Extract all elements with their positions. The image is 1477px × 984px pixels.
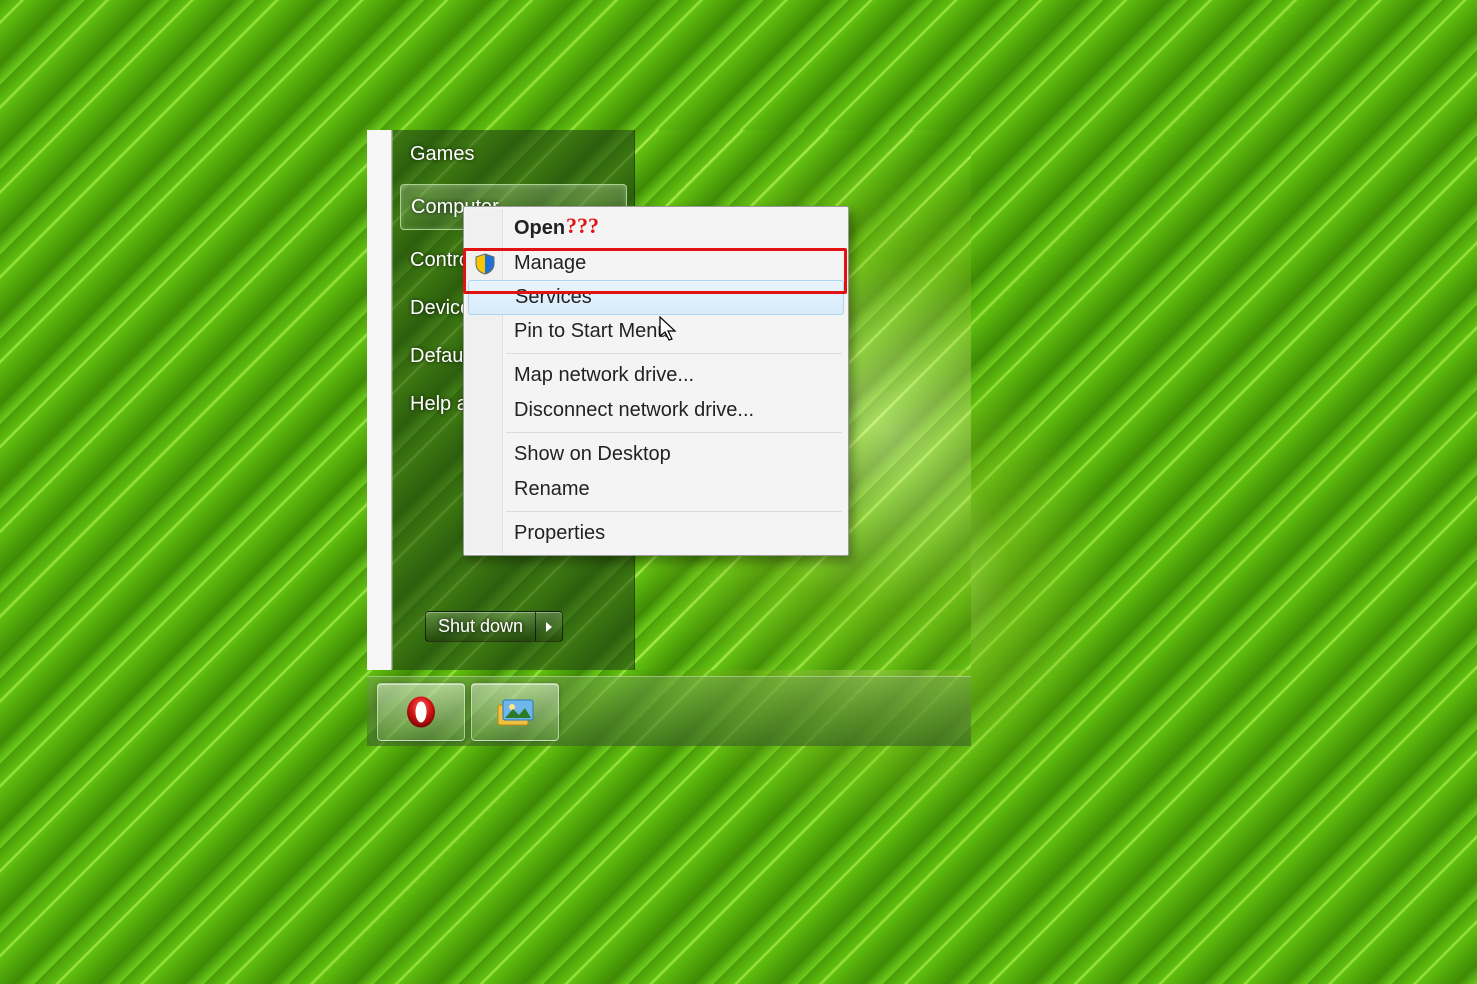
ctx-item-label: Properties xyxy=(514,522,605,544)
start-item-games[interactable]: Games xyxy=(392,130,635,178)
ctx-item-label: Manage xyxy=(514,252,586,274)
ctx-item-manage[interactable]: Manage xyxy=(466,246,846,281)
ctx-item-show-on-desktop[interactable]: Show on Desktop xyxy=(466,437,846,472)
annotation-question-marks: ??? xyxy=(566,213,599,239)
ctx-item-map-network-drive[interactable]: Map network drive... xyxy=(466,358,846,393)
ctx-item-disconnect-network-drive[interactable]: Disconnect network drive... xyxy=(466,393,846,428)
context-menu-separator xyxy=(506,353,842,354)
shutdown-button[interactable]: Shut down xyxy=(425,611,535,642)
shutdown-button-group: Shut down xyxy=(425,611,563,642)
ctx-item-label: Pin to Start Menu xyxy=(514,320,669,342)
uac-shield-icon xyxy=(474,253,496,275)
chevron-right-icon xyxy=(544,622,554,632)
context-menu-separator xyxy=(506,432,842,433)
computer-context-menu: Open ??? Manage Services Pin to Start Me… xyxy=(463,206,849,556)
taskbar-button-opera[interactable] xyxy=(377,683,465,741)
ctx-item-label: Show on Desktop xyxy=(514,443,671,465)
ctx-item-services[interactable]: Services xyxy=(468,280,844,315)
shutdown-label: Shut down xyxy=(438,616,523,636)
taskbar-button-photo-viewer[interactable] xyxy=(471,683,559,741)
screenshot-crop: Games Computer Control Panel Devices and… xyxy=(367,130,971,746)
opera-browser-icon xyxy=(404,695,438,729)
ctx-item-open[interactable]: Open ??? xyxy=(466,211,846,246)
ctx-item-label: Rename xyxy=(514,478,590,500)
ctx-item-pin-to-start[interactable]: Pin to Start Menu xyxy=(466,314,846,349)
context-menu-separator xyxy=(506,511,842,512)
ctx-item-properties[interactable]: Properties xyxy=(466,516,846,551)
ctx-item-label: Disconnect network drive... xyxy=(514,399,754,421)
taskbar[interactable] xyxy=(367,676,971,746)
shutdown-options-button[interactable] xyxy=(535,611,563,642)
start-item-label: Games xyxy=(410,143,474,165)
ctx-item-rename[interactable]: Rename xyxy=(466,472,846,507)
photo-viewer-icon xyxy=(495,695,535,729)
ctx-item-label: Open xyxy=(514,217,565,239)
ctx-item-label: Services xyxy=(515,286,592,308)
start-menu-left-edge xyxy=(367,130,392,670)
ctx-item-label: Map network drive... xyxy=(514,364,694,386)
